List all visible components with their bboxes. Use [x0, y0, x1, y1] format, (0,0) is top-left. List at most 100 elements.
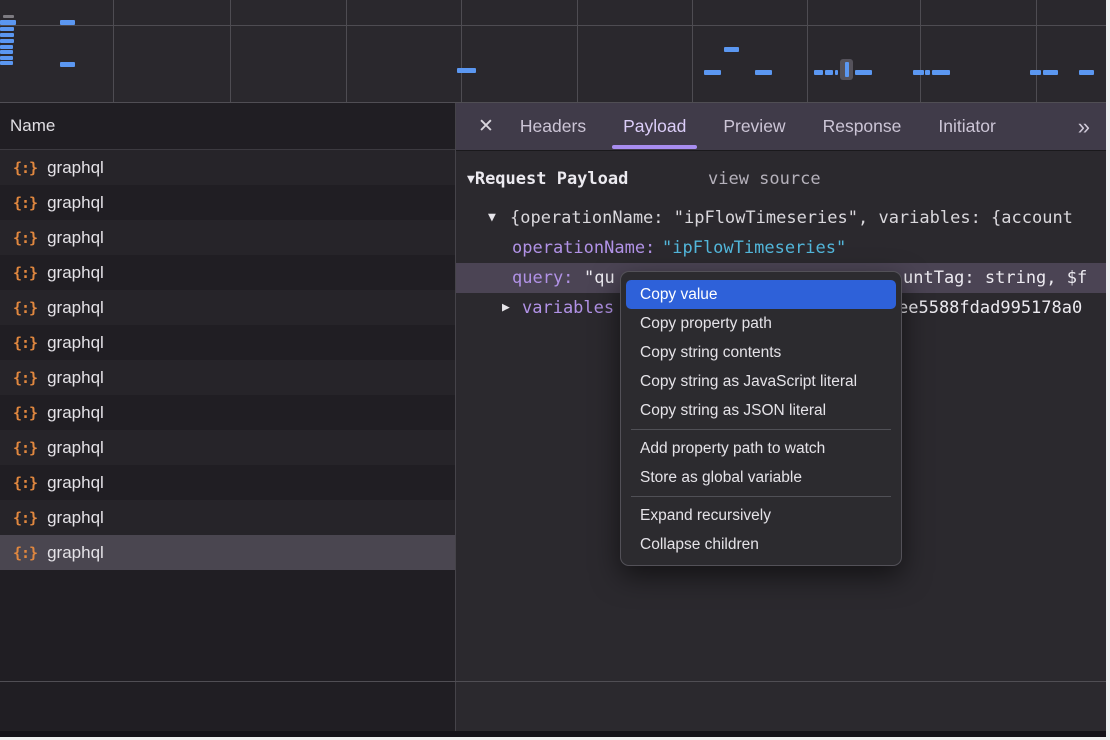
devtools-window: Name {:}graphql{:}graphql{:}graphql{:}gr…	[0, 0, 1106, 737]
request-name-label: graphql	[47, 228, 104, 248]
request-row[interactable]: {:} graphql	[0, 290, 455, 325]
request-row[interactable]: {:}graphql	[0, 325, 455, 360]
json-request-icon: {:}	[13, 264, 37, 282]
request-timing-bar	[1079, 70, 1094, 75]
json-request-icon: {:}	[13, 439, 37, 457]
menu-separator	[631, 496, 891, 497]
request-timing-bar	[755, 70, 772, 75]
view-source-link[interactable]: view source	[708, 163, 821, 195]
json-request-icon: {:}	[13, 369, 37, 387]
request-timing-bar	[724, 47, 739, 52]
menu-item-copy-string-as-javascript-literal[interactable]: Copy string as JavaScript literal	[626, 367, 896, 396]
request-row[interactable]: {:} graphql	[0, 185, 455, 220]
request-timing-bar	[60, 62, 75, 67]
tree-row-object-preview[interactable]: ▼ {operationName: "ipFlowTimeseries", va…	[456, 203, 1106, 233]
json-request-icon: {:}	[13, 404, 37, 422]
request-row[interactable]: {:}graphql	[0, 535, 455, 570]
collapse-triangle-icon[interactable]: ▼	[467, 172, 475, 187]
request-timing-bar	[1043, 70, 1058, 75]
request-timing-bar	[457, 68, 476, 73]
menu-item-copy-string-contents[interactable]: Copy string contents	[626, 338, 896, 367]
collapse-triangle-icon[interactable]: ▼	[488, 203, 496, 233]
menu-item-store-as-global-variable[interactable]: Store as global variable	[626, 463, 896, 492]
request-name-label: graphql	[47, 263, 104, 283]
request-timing-bar	[925, 70, 930, 75]
request-timing-bar	[0, 27, 14, 31]
property-value-right: ee5588fdad995178a0	[898, 293, 1082, 323]
expand-triangle-icon[interactable]: ▶	[502, 293, 510, 323]
request-timing-bar	[913, 70, 924, 75]
menu-item-add-property-path-to-watch[interactable]: Add property path to watch	[626, 434, 896, 463]
menu-item-copy-property-path[interactable]: Copy property path	[626, 309, 896, 338]
request-name-label: graphql	[47, 298, 104, 318]
property-key: query:	[512, 263, 573, 293]
request-row[interactable]: {:} graphql	[0, 465, 455, 500]
name-column-header[interactable]: Name	[0, 103, 455, 150]
overview-gridline	[577, 0, 578, 102]
overview-gridline	[1036, 0, 1037, 102]
json-request-icon: {:}	[13, 474, 37, 492]
request-list-pane: Name {:}graphql{:}graphql{:}graphql{:}gr…	[0, 103, 456, 731]
request-timing-bar	[0, 33, 14, 37]
menu-item-expand-recursively[interactable]: Expand recursively	[626, 501, 896, 530]
json-request-icon: {:}	[13, 159, 37, 177]
property-value-left: "qu	[584, 263, 615, 293]
request-timing-bar	[835, 70, 838, 75]
request-name-label: graphql	[47, 403, 104, 423]
json-request-icon: {:}	[13, 509, 37, 527]
request-timing-bar	[0, 61, 13, 65]
request-timing-bar	[0, 45, 13, 49]
request-rows: {:} graphql {:} graphql {:} graphql {:} graphql…	[0, 150, 455, 570]
request-timing-bar	[704, 70, 721, 75]
json-request-icon: {:}	[13, 229, 37, 247]
request-timing-bar	[855, 70, 872, 75]
request-timing-bar	[0, 39, 14, 43]
request-name-label: graphql	[47, 333, 104, 353]
tree-row-operation-name[interactable]: operationName: "ipFlowTimeseries"	[456, 233, 1106, 263]
request-timing-bar	[814, 70, 823, 75]
overview-baseline	[0, 25, 1106, 26]
request-timing-bar	[60, 20, 75, 25]
request-name-label: graphql	[47, 158, 104, 178]
overview-gridline	[692, 0, 693, 102]
request-name-label: graphql	[47, 473, 104, 493]
overview-gridline	[346, 0, 347, 102]
overview-gridline	[807, 0, 808, 102]
json-request-icon: {:}	[13, 299, 37, 317]
property-value-right: untTag: string, $f	[903, 263, 1087, 293]
request-timing-bar	[1030, 70, 1041, 75]
request-name-label: graphql	[47, 368, 104, 388]
request-timing-bar	[0, 20, 16, 25]
overview-gridline	[461, 0, 462, 102]
menu-separator	[631, 429, 891, 430]
menu-item-copy-value[interactable]: Copy value	[626, 280, 896, 309]
json-request-icon: {:}	[13, 194, 37, 212]
property-key: operationName:	[512, 233, 655, 263]
request-timing-bar	[3, 15, 14, 18]
name-column-label: Name	[10, 116, 55, 136]
request-timing-bar	[0, 50, 13, 54]
request-row[interactable]: {:} graphql	[0, 430, 455, 465]
json-request-icon: {:}	[13, 544, 37, 562]
property-value: "ipFlowTimeseries"	[662, 233, 846, 263]
overview-hover-marker	[840, 59, 853, 80]
request-row[interactable]: {:} graphql	[0, 360, 455, 395]
menu-item-copy-string-as-json-literal[interactable]: Copy string as JSON literal	[626, 396, 896, 425]
request-row[interactable]: {:} graphql	[0, 150, 455, 185]
request-timing-bar	[0, 56, 13, 60]
request-row[interactable]: {:} graphql	[0, 220, 455, 255]
request-payload-section-header: ▼ Request Payload	[456, 163, 628, 195]
section-title: Request Payload	[475, 169, 629, 189]
request-row[interactable]: {:} graphql	[0, 500, 455, 535]
request-row[interactable]: {:} graphql	[0, 395, 455, 430]
context-menu: Copy valueCopy property pathCopy string …	[620, 271, 902, 566]
network-overview-timeline[interactable]	[0, 0, 1106, 103]
window-bottom-edge	[0, 731, 1106, 737]
request-row[interactable]: {:} graphql	[0, 255, 455, 290]
request-name-label: graphql	[47, 508, 104, 528]
request-timing-bar	[932, 70, 950, 75]
request-name-label: graphql	[47, 438, 104, 458]
request-timing-bar	[825, 70, 833, 75]
request-name-label: graphql	[47, 193, 104, 213]
menu-item-collapse-children[interactable]: Collapse children	[626, 530, 896, 559]
